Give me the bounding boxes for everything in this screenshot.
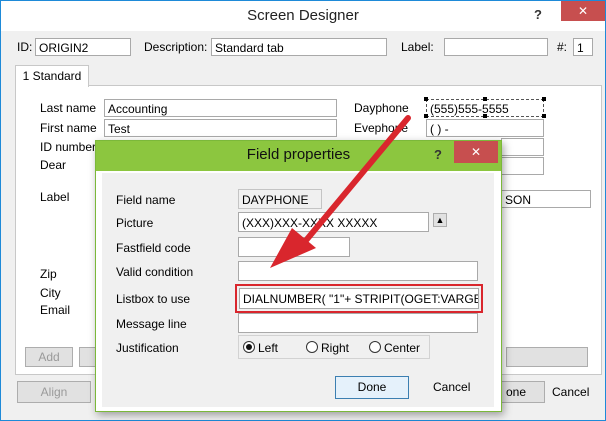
arrow-shaft (300, 115, 411, 247)
annotation-arrow (270, 115, 411, 268)
